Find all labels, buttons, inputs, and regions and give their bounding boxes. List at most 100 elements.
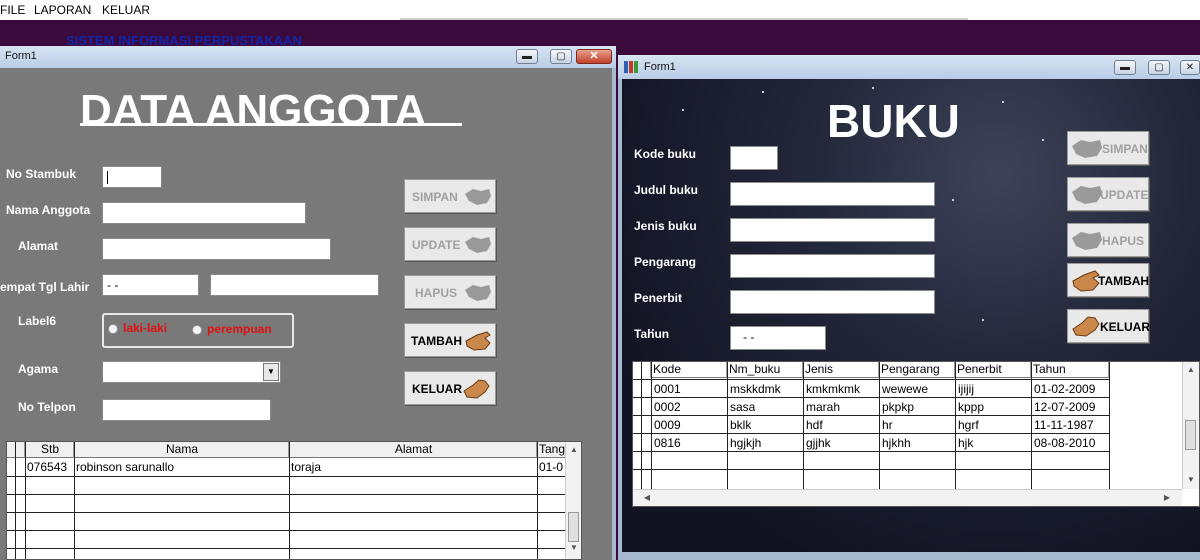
- grid-line: [727, 362, 728, 490]
- keluar-button[interactable]: KELUAR: [1067, 309, 1150, 343]
- radio-laki-laki[interactable]: [108, 324, 118, 334]
- grid-vertical-scrollbar[interactable]: ▲ ▼: [1182, 362, 1199, 489]
- grid-cell[interactable]: hgrf: [958, 418, 979, 432]
- grid-col-nama[interactable]: Nama: [74, 442, 289, 458]
- grid-cell[interactable]: hjk: [958, 436, 973, 450]
- star: [872, 87, 874, 89]
- scroll-up-icon[interactable]: ▲: [1183, 362, 1199, 378]
- simpan-label: SIMPAN: [1102, 142, 1148, 156]
- penerbit-input[interactable]: [730, 290, 935, 314]
- hapus-button[interactable]: HAPUS: [1067, 223, 1149, 257]
- grid-col-jenis[interactable]: Jenis: [803, 362, 879, 378]
- buku-titlebar[interactable]: Form1 ▬ ▢ ✕: [618, 55, 1200, 79]
- update-button[interactable]: UPDATE: [1067, 177, 1149, 211]
- grid-cell[interactable]: hgjkjh: [730, 436, 761, 450]
- grid-cell[interactable]: 12-07-2009: [1034, 400, 1095, 414]
- chevron-down-icon[interactable]: ▼: [263, 363, 279, 381]
- grid-col-alamat[interactable]: Alamat: [289, 442, 537, 458]
- grid-cell[interactable]: kppp: [958, 400, 984, 414]
- maximize-button[interactable]: ▢: [550, 49, 572, 64]
- scroll-right-icon[interactable]: ▶: [1159, 490, 1175, 506]
- grid-cell[interactable]: toraja: [291, 460, 536, 474]
- anggota-window-title: Form1: [5, 50, 37, 62]
- grid-col-penerbit[interactable]: Penerbit: [955, 362, 1031, 378]
- pengarang-input[interactable]: [730, 254, 935, 278]
- grid-cell[interactable]: robinson sarunallo: [76, 460, 288, 474]
- grid-col-stb[interactable]: Stb: [25, 442, 74, 458]
- agama-select[interactable]: ▼: [102, 361, 281, 383]
- grid-cell[interactable]: 0001: [654, 382, 681, 396]
- simpan-button[interactable]: SIMPAN: [404, 179, 496, 213]
- tahun-input[interactable]: - -: [730, 326, 826, 350]
- nama-anggota-input[interactable]: [102, 202, 306, 224]
- grid-line: [7, 512, 567, 513]
- grid-cell[interactable]: 11-11-1987: [1034, 418, 1094, 432]
- grid-line: [1109, 362, 1110, 490]
- grid-cell[interactable]: gjjhk: [806, 436, 831, 450]
- scroll-thumb[interactable]: [568, 512, 579, 542]
- close-button[interactable]: ✕: [1180, 60, 1200, 75]
- grid-cell[interactable]: bklk: [730, 418, 751, 432]
- tambah-button[interactable]: TAMBAH: [1067, 263, 1149, 297]
- menu-file[interactable]: FILE: [0, 3, 25, 17]
- grid-cell[interactable]: wewewe: [882, 382, 928, 396]
- grid-cell[interactable]: 0816: [654, 436, 681, 450]
- grid-col-tahun[interactable]: Tahun: [1031, 362, 1109, 378]
- scroll-down-icon[interactable]: ▼: [1183, 472, 1199, 488]
- minimize-button[interactable]: ▬: [1114, 60, 1136, 75]
- grid-cell[interactable]: 0002: [654, 400, 681, 414]
- grid-col-pengarang[interactable]: Pengarang: [879, 362, 955, 378]
- close-button[interactable]: ✕: [576, 49, 612, 64]
- judul-buku-input[interactable]: [730, 182, 935, 206]
- menu-keluar[interactable]: KELUAR: [102, 3, 150, 17]
- keluar-button[interactable]: KELUAR: [404, 371, 496, 405]
- simpan-button[interactable]: SIMPAN: [1067, 131, 1149, 165]
- tgl-lahir-input[interactable]: - -: [102, 274, 199, 296]
- scroll-down-icon[interactable]: ▼: [566, 540, 581, 556]
- anggota-heading: DATA ANGGOTA: [80, 86, 427, 135]
- anggota-titlebar[interactable]: Form1 ▬ ▢ ✕: [0, 46, 616, 68]
- jenis-buku-input[interactable]: [730, 218, 935, 242]
- grid-cell[interactable]: 01-02-2009: [1034, 382, 1095, 396]
- grid-cell[interactable]: hdf: [806, 418, 823, 432]
- grid-col-nm-buku[interactable]: Nm_buku: [727, 362, 803, 378]
- tambah-button[interactable]: TAMBAH: [404, 323, 496, 357]
- grid-cell[interactable]: hjkhh: [882, 436, 911, 450]
- grid-line: [1031, 362, 1032, 490]
- scroll-up-icon[interactable]: ▲: [566, 442, 581, 458]
- tempat-lahir-input[interactable]: [210, 274, 379, 296]
- alamat-input[interactable]: [102, 238, 331, 260]
- update-button[interactable]: UPDATE: [404, 227, 496, 261]
- grid-cell[interactable]: 08-08-2010: [1034, 436, 1095, 450]
- grid-cell[interactable]: ijijij: [958, 382, 974, 396]
- grid-cell[interactable]: 076543: [27, 460, 73, 474]
- kode-buku-input[interactable]: [730, 146, 778, 170]
- grid-col-tanggal[interactable]: Tang: [537, 442, 567, 458]
- maximize-icon: ▢: [556, 51, 566, 62]
- no-telpon-input[interactable]: [102, 399, 271, 421]
- hand-icon: [465, 285, 491, 301]
- grid-cell[interactable]: 01-0: [539, 460, 565, 474]
- grid-cell[interactable]: 0009: [654, 418, 681, 432]
- grid-cell[interactable]: marah: [806, 400, 840, 414]
- grid-cell[interactable]: pkpkp: [882, 400, 914, 414]
- grid-horizontal-scrollbar[interactable]: ◀ ▶: [633, 489, 1182, 506]
- grid-cell[interactable]: hr: [882, 418, 893, 432]
- minimize-icon: ▬: [522, 51, 532, 62]
- grid-cell[interactable]: kmkmkmk: [806, 382, 860, 396]
- hapus-button[interactable]: HAPUS: [404, 275, 496, 309]
- no-stambuk-input[interactable]: [102, 166, 162, 188]
- label-tempat-tgl-lahir: empat Tgl Lahir: [0, 280, 90, 294]
- grid-col-kode[interactable]: Kode: [651, 362, 727, 378]
- maximize-button[interactable]: ▢: [1148, 60, 1170, 75]
- label-agama: Agama: [18, 362, 59, 376]
- radio-perempuan[interactable]: [192, 325, 202, 335]
- scroll-thumb[interactable]: [1185, 420, 1196, 450]
- scroll-left-icon[interactable]: ◀: [639, 490, 655, 506]
- grid-cell[interactable]: sasa: [730, 400, 755, 414]
- menu-laporan[interactable]: LAPORAN: [34, 3, 91, 17]
- minimize-button[interactable]: ▬: [516, 49, 538, 64]
- grid-cell[interactable]: mskkdmk: [730, 382, 781, 396]
- menu-separator: [400, 18, 968, 20]
- grid-vertical-scrollbar[interactable]: ▲ ▼: [565, 442, 581, 559]
